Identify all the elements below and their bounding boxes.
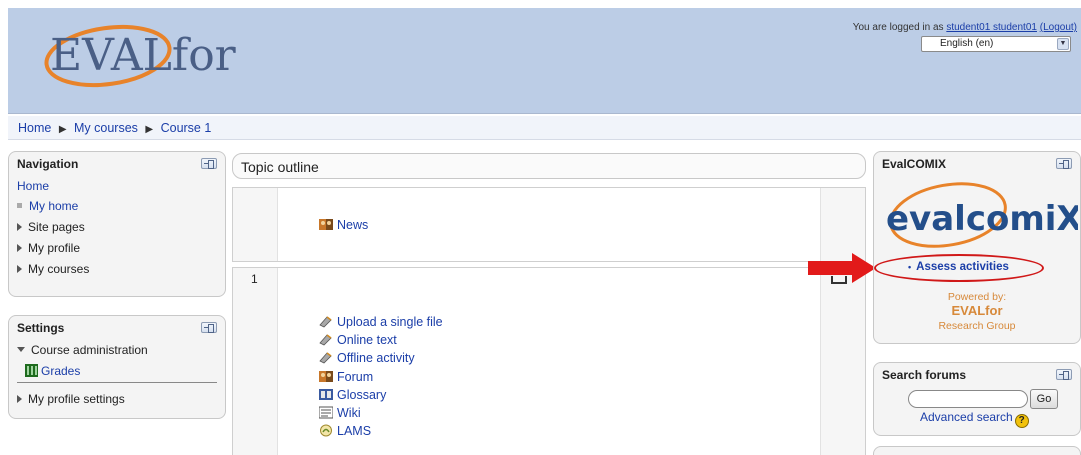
lams-icon bbox=[320, 424, 332, 437]
settings-title: Settings bbox=[9, 316, 225, 340]
course-administration[interactable]: Course administration bbox=[17, 340, 217, 361]
bullet-icon bbox=[17, 203, 22, 208]
settings-block: Settings Course administration Grades My… bbox=[8, 315, 226, 419]
expand-arrow-icon bbox=[17, 395, 22, 403]
dock-block-icon[interactable] bbox=[1056, 369, 1072, 380]
my-profile-settings[interactable]: My profile settings bbox=[17, 389, 217, 410]
breadcrumb-course[interactable]: Course 1 bbox=[161, 121, 212, 135]
forum-icon bbox=[319, 371, 333, 382]
section-number: 1 bbox=[251, 272, 258, 286]
advanced-search-link[interactable]: Advanced search? bbox=[920, 410, 1029, 428]
research-group-label: Research Group bbox=[938, 320, 1016, 332]
chevron-down-icon[interactable]: ▼ bbox=[1057, 38, 1069, 50]
nav-my-home[interactable]: My home bbox=[29, 199, 78, 213]
next-block bbox=[873, 446, 1081, 455]
activity-forum[interactable]: Forum bbox=[319, 369, 373, 385]
page-title: Topic outline bbox=[232, 153, 866, 179]
logout-link[interactable]: (Logout) bbox=[1040, 22, 1077, 33]
dock-block-icon[interactable] bbox=[201, 322, 217, 333]
bullet-icon: • bbox=[908, 262, 912, 272]
red-arrow-icon bbox=[808, 253, 876, 283]
glossary-icon bbox=[319, 389, 333, 400]
language-select[interactable]: English (en) ▼ bbox=[921, 36, 1071, 52]
breadcrumb-separator-icon: ▶ bbox=[145, 124, 154, 135]
nav-home[interactable]: Home bbox=[17, 179, 49, 193]
dock-block-icon[interactable] bbox=[201, 158, 217, 169]
navigation-block: Navigation Home My home Site pages My pr… bbox=[8, 151, 226, 297]
evalcomix-logo-text: evalcomiX bbox=[886, 199, 1078, 239]
activity-lams[interactable]: LAMS bbox=[319, 423, 371, 439]
assess-activities-link[interactable]: • Assess activities bbox=[908, 261, 1009, 273]
breadcrumb-separator-icon: ▶ bbox=[58, 124, 67, 135]
collapse-arrow-icon bbox=[17, 347, 25, 352]
grades-icon bbox=[25, 364, 38, 377]
logo-text: EVALfor bbox=[50, 30, 237, 81]
expand-arrow-icon bbox=[17, 223, 22, 231]
login-info: You are logged in as student01 student01… bbox=[852, 22, 1077, 33]
activity-wiki[interactable]: Wiki bbox=[319, 405, 361, 421]
search-forums-title: Search forums bbox=[874, 363, 1080, 387]
expand-arrow-icon bbox=[17, 265, 22, 273]
page-header: EVALfor You are logged in as student01 s… bbox=[8, 8, 1081, 114]
grades-link[interactable]: Grades bbox=[41, 364, 80, 378]
expand-arrow-icon bbox=[17, 244, 22, 252]
go-button[interactable]: Go bbox=[1030, 389, 1058, 409]
section-1: 1 Upload a single file Online text Offli… bbox=[232, 267, 866, 455]
assignment-icon bbox=[319, 316, 332, 328]
breadcrumb: Home ▶ My courses ▶ Course 1 bbox=[8, 116, 1081, 140]
assignment-icon bbox=[319, 334, 332, 346]
evalfor-logo[interactable]: EVALfor bbox=[38, 14, 298, 94]
powered-by-label: Powered by: bbox=[947, 291, 1007, 303]
evalcomix-logo[interactable]: evalcomiX bbox=[878, 175, 1078, 253]
breadcrumb-home[interactable]: Home bbox=[18, 121, 51, 135]
nav-my-courses[interactable]: My courses bbox=[17, 259, 217, 280]
evalcomix-title: EvalCOMIX bbox=[874, 152, 1080, 176]
breadcrumb-my-courses[interactable]: My courses bbox=[74, 121, 138, 135]
activity-glossary[interactable]: Glossary bbox=[319, 387, 386, 403]
evalfor-org-link[interactable]: EVALfor bbox=[874, 303, 1080, 318]
help-icon[interactable]: ? bbox=[1014, 414, 1029, 428]
nav-my-profile[interactable]: My profile bbox=[17, 238, 217, 259]
nav-site-pages[interactable]: Site pages bbox=[17, 217, 217, 238]
activity-upload-single-file[interactable]: Upload a single file bbox=[319, 314, 443, 330]
search-input[interactable] bbox=[908, 390, 1028, 408]
wiki-icon bbox=[319, 406, 333, 419]
navigation-title: Navigation bbox=[9, 152, 225, 176]
assignment-icon bbox=[319, 352, 332, 364]
activity-offline-activity[interactable]: Offline activity bbox=[319, 350, 415, 366]
activity-online-text[interactable]: Online text bbox=[319, 332, 397, 348]
user-profile-link[interactable]: student01 student01 bbox=[946, 22, 1037, 33]
dock-block-icon[interactable] bbox=[1056, 158, 1072, 169]
section-0: News bbox=[232, 187, 866, 262]
activity-news[interactable]: News bbox=[319, 217, 368, 233]
forum-icon bbox=[319, 219, 333, 230]
